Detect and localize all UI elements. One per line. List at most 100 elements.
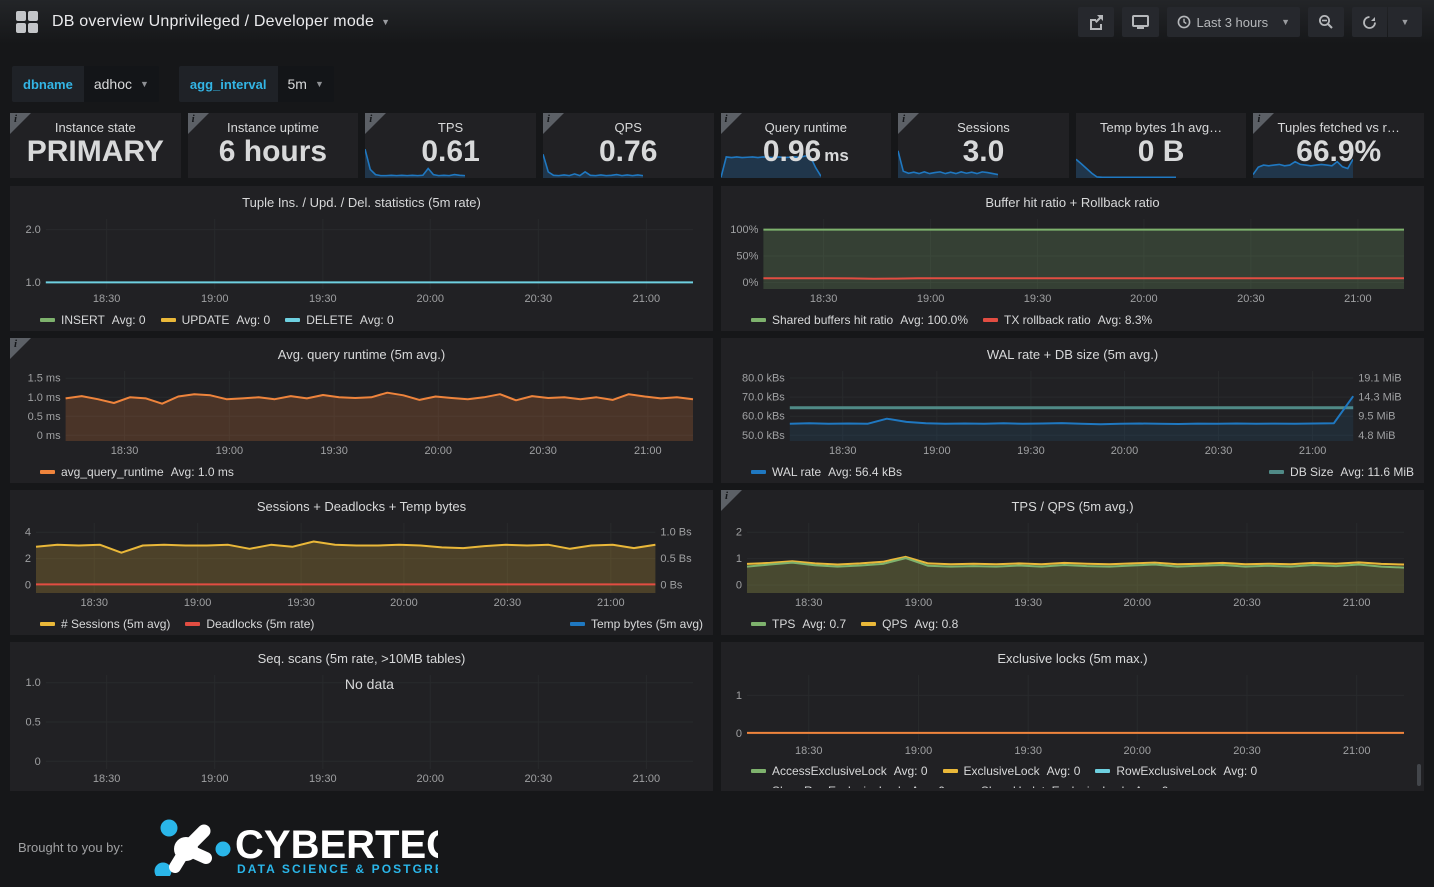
footer-prefix: Brought to you by:: [18, 840, 124, 855]
clock-icon: [1177, 15, 1191, 29]
legend-swatch: [943, 769, 958, 773]
cybertec-wordmark: CYBERTEC: [235, 823, 438, 867]
legend-swatch: [40, 318, 55, 322]
variable-dbname-value[interactable]: adhoc ▼: [84, 66, 159, 102]
svg-text:21:00: 21:00: [1299, 445, 1327, 457]
panel-info-icon[interactable]: [543, 113, 564, 134]
variable-agg-interval-value[interactable]: 5m ▼: [278, 66, 334, 102]
legend-item-Temp bytes (5m avg)[interactable]: Temp bytes (5m avg): [570, 617, 703, 631]
panel-info-icon[interactable]: [898, 113, 919, 134]
legend-item-ShareRowExclusiveLock[interactable]: ShareRowExclusiveLockAvg: 0: [751, 784, 945, 788]
legend-item-AccessExclusiveLock[interactable]: AccessExclusiveLockAvg: 0: [751, 764, 928, 778]
refresh-interval-dropdown[interactable]: ▼: [1388, 7, 1422, 37]
panel-title[interactable]: Sessions + Deadlocks + Temp bytes: [18, 495, 705, 519]
stat-title[interactable]: Temp bytes 1h avg…: [1076, 120, 1247, 135]
svg-text:0 Bs: 0 Bs: [660, 580, 683, 592]
no-data-label: No data: [345, 676, 394, 692]
svg-text:20:00: 20:00: [1130, 293, 1158, 305]
legend-item-WAL rate[interactable]: WAL rateAvg: 56.4 kBs: [751, 465, 902, 479]
tv-mode-button[interactable]: [1122, 7, 1159, 37]
legend-series-name: ShareRowExclusiveLock: [772, 784, 904, 788]
refresh-caret-icon: ▼: [1401, 17, 1410, 27]
panel-info-icon[interactable]: [10, 113, 31, 134]
svg-text:20:30: 20:30: [529, 445, 557, 457]
svg-text:20:30: 20:30: [494, 597, 522, 609]
stat-title[interactable]: Sessions: [898, 120, 1069, 135]
zoom-out-button[interactable]: [1308, 7, 1344, 37]
panel-info-icon[interactable]: [365, 113, 386, 134]
panel-info-icon[interactable]: [721, 490, 742, 511]
stat-title[interactable]: Tuples fetched vs r…: [1253, 120, 1424, 135]
panel-title[interactable]: Buffer hit ratio + Rollback ratio: [729, 191, 1416, 215]
legend-right: Temp bytes (5m avg): [570, 617, 705, 631]
chart-tuple-stats: 18:3019:0019:3020:0020:3021:001.02.0: [18, 215, 703, 305]
panel-info-icon[interactable]: [1253, 113, 1274, 134]
legend: Shared buffers hit ratioAvg: 100.0% TX ro…: [729, 310, 1416, 330]
panel-title[interactable]: Avg. query runtime (5m avg.): [18, 343, 705, 367]
panel-title[interactable]: Exclusive locks (5m max.): [729, 647, 1416, 671]
stat-value-unit: ms: [824, 146, 849, 165]
legend-item-Shared buffers hit ratio[interactable]: Shared buffers hit ratioAvg: 100.0%: [751, 313, 968, 327]
legend-scrollbar[interactable]: [1417, 764, 1421, 786]
panel-info-icon[interactable]: [10, 338, 31, 359]
legend: TPSAvg: 0.7 QPSAvg: 0.8: [729, 614, 1416, 634]
legend-series-avg: Avg: 0: [360, 313, 394, 327]
panel-title[interactable]: Seq. scans (5m rate, >10MB tables): [18, 647, 705, 671]
svg-text:80.0 kBs: 80.0 kBs: [742, 373, 785, 385]
legend-item-ExclusiveLock[interactable]: ExclusiveLockAvg: 0: [943, 764, 1081, 778]
legend-series-name: TX rollback ratio: [1004, 313, 1091, 327]
legend-item-Deadlocks (5m rate)[interactable]: Deadlocks (5m rate): [185, 617, 314, 631]
dashboard-title[interactable]: DB overview Unprivileged / Developer mod…: [52, 13, 374, 31]
panel-title[interactable]: Tuple Ins. / Upd. / Del. statistics (5m …: [18, 191, 705, 215]
title-dropdown-caret-icon[interactable]: ▼: [381, 17, 390, 27]
svg-text:18:30: 18:30: [93, 773, 121, 785]
legend-item-ShareUpdateExclusiveLock[interactable]: ShareUpdateExclusiveLockAvg: 0: [960, 784, 1169, 788]
svg-text:21:00: 21:00: [634, 445, 662, 457]
panel-title[interactable]: TPS / QPS (5m avg.): [729, 495, 1416, 519]
panel-wal-dbsize: WAL rate + DB size (5m avg.)18:3019:0019…: [721, 338, 1424, 483]
stat-title[interactable]: TPS: [365, 120, 536, 135]
legend-swatch: [161, 318, 176, 322]
legend-item-INSERT[interactable]: INSERTAvg: 0: [40, 313, 146, 327]
stat-title[interactable]: Instance uptime: [188, 120, 359, 135]
zoom-out-icon: [1318, 14, 1334, 30]
svg-text:0%: 0%: [742, 277, 758, 289]
legend-item-TPS[interactable]: TPSAvg: 0.7: [751, 617, 846, 631]
legend-series-avg: Avg: 0.7: [802, 617, 846, 631]
svg-text:21:00: 21:00: [633, 773, 661, 785]
legend-item-# Sessions (5m avg)[interactable]: # Sessions (5m avg): [40, 617, 170, 631]
share-button[interactable]: [1078, 7, 1114, 37]
legend-series-avg: Avg: 11.6 MiB: [1340, 465, 1414, 479]
svg-text:1.5 ms: 1.5 ms: [28, 373, 62, 385]
stat-title[interactable]: Query runtime: [721, 120, 892, 135]
dropdown-caret-icon: ▼: [315, 79, 324, 89]
legend-item-TX rollback ratio[interactable]: TX rollback ratioAvg: 8.3%: [983, 313, 1152, 327]
svg-text:20:30: 20:30: [525, 773, 553, 785]
svg-text:19:30: 19:30: [309, 293, 337, 305]
legend-series-name: ExclusiveLock: [964, 764, 1040, 778]
grafana-apps-icon[interactable]: [16, 11, 38, 33]
svg-text:21:00: 21:00: [1343, 597, 1371, 609]
stat-title[interactable]: Instance state: [10, 120, 181, 135]
svg-text:19:00: 19:00: [201, 773, 229, 785]
legend-item-RowExclusiveLock[interactable]: RowExclusiveLockAvg: 0: [1095, 764, 1257, 778]
legend-item-avg_query_runtime[interactable]: avg_query_runtimeAvg: 1.0 ms: [40, 465, 234, 479]
refresh-button[interactable]: [1352, 7, 1387, 37]
stat-title[interactable]: QPS: [543, 120, 714, 135]
svg-text:60.0 kBs: 60.0 kBs: [742, 411, 785, 423]
legend-item-DELETE[interactable]: DELETEAvg: 0: [285, 313, 394, 327]
time-range-picker[interactable]: Last 3 hours ▼: [1167, 7, 1300, 37]
svg-text:19:00: 19:00: [184, 597, 212, 609]
panel-info-icon[interactable]: [188, 113, 209, 134]
stat-panel-query-runtime: Query runtime0.96ms: [721, 113, 892, 178]
time-range-caret-icon: ▼: [1281, 17, 1290, 27]
svg-text:18:30: 18:30: [80, 597, 108, 609]
legend-series-avg: Avg: 56.4 kBs: [828, 465, 902, 479]
legend-item-DB Size[interactable]: DB SizeAvg: 11.6 MiB: [1269, 465, 1414, 479]
legend-item-UPDATE[interactable]: UPDATEAvg: 0: [161, 313, 271, 327]
panel-title[interactable]: WAL rate + DB size (5m avg.): [729, 343, 1416, 367]
legend-item-QPS[interactable]: QPSAvg: 0.8: [861, 617, 958, 631]
panel-info-icon[interactable]: [721, 113, 742, 134]
svg-text:1.0 ms: 1.0 ms: [28, 392, 62, 404]
svg-text:21:00: 21:00: [1343, 745, 1371, 757]
